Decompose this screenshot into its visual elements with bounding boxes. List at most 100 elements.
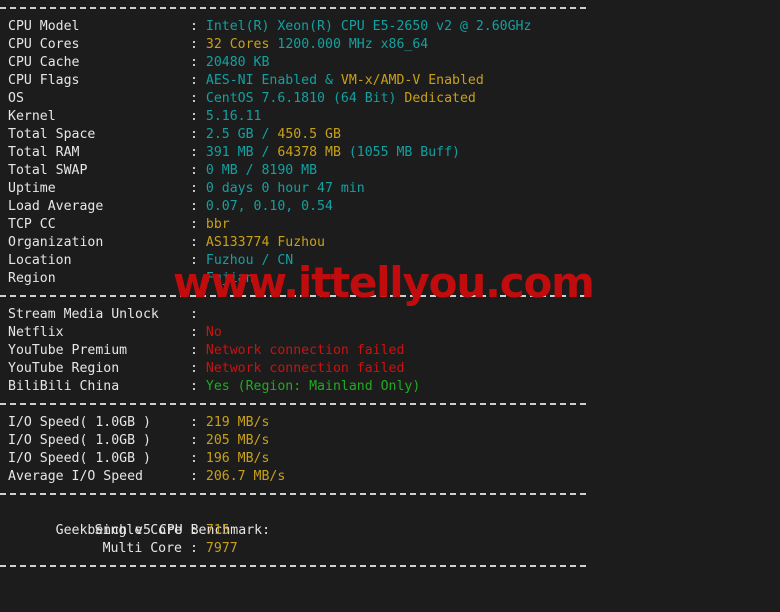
info-row-value: CentOS 7.6.1810 (64 Bit) [205,91,405,106]
info-row: I/O Speed( 1.0GB ): 219 MB/s [0,414,780,432]
info-row-label: CPU Cores [8,37,80,52]
info-row-value: 715 [205,523,230,538]
info-row: Uptime: 0 days 0 hour 47 min [0,180,780,198]
info-row-colon: : [190,415,198,430]
info-row-value: Fuzhou / CN [205,253,294,268]
info-row-label: Location [8,253,72,268]
info-row-value: 64378 MB [277,145,341,160]
info-row: CPU Cores: 32 Cores 1200.000 MHz x86_64 [0,36,780,54]
info-row-colon: : [190,217,198,232]
terminal-output: CPU Model: Intel(R) Xeon(R) CPU E5-2650 … [0,0,780,576]
separator-line-after-stream [0,396,780,414]
info-row-value: No [205,325,222,340]
info-row-value: (1055 MB Buff) [340,145,460,160]
geekbench-title: Geekbench v5 CPU Benchmark: [0,504,780,538]
info-row-colon: : [190,253,198,268]
info-row: YouTube Premium: Network connection fail… [0,342,780,360]
info-row-value: 0 MB / 8190 MB [205,163,318,178]
info-row-value: / [261,127,278,142]
info-row: Organization: AS133774 Fuzhou [0,234,780,252]
info-row: Total Space: 2.5 GB / 450.5 GB [0,126,780,144]
info-row-label: I/O Speed( 1.0GB ) [8,451,151,466]
info-row-label: OS [8,91,24,106]
info-row-colon: : [190,37,198,52]
info-row-label: Single Core [94,523,182,538]
info-row-colon: : [190,361,198,376]
info-row: OS: CentOS 7.6.1810 (64 Bit) Dedicated [0,90,780,108]
info-row-colon: : [190,325,198,340]
info-row-colon: : [190,433,198,448]
info-row-label: Total RAM [8,145,80,160]
info-row-colon: : [190,19,198,34]
info-row-value: 20480 KB [205,55,270,70]
info-row-value: 32 Cores [205,37,270,52]
info-row-colon: : [190,145,198,160]
info-row-value: AS133774 Fuzhou [205,235,325,250]
info-row-colon: : [190,343,198,358]
info-row: CPU Cache: 20480 KB [0,54,780,72]
io-speed-section: I/O Speed( 1.0GB ): 219 MB/s I/O Speed( 1… [0,414,780,486]
info-row-value: Intel(R) Xeon(R) CPU E5-2650 v2 @ 2.60GH… [205,19,532,34]
info-row-value: 0 days 0 hour 47 min [205,181,365,196]
info-row-colon: : [190,469,198,484]
info-row-colon: : [190,55,198,70]
info-row-label: Average I/O Speed [8,469,143,484]
info-row-label: YouTube Premium [8,343,128,358]
dashed-rule [0,565,586,567]
info-row: I/O Speed( 1.0GB ): 196 MB/s [0,450,780,468]
stream-media-section: Stream Media Unlock: Netflix: No YouTube … [0,306,780,396]
info-row-colon: : [190,109,198,124]
info-row-value: 219 MB/s [205,415,270,430]
info-row-value: 7977 [205,541,238,556]
system-info-section: CPU Model: Intel(R) Xeon(R) CPU E5-2650 … [0,18,780,288]
dashed-rule [0,493,586,495]
terminal-window: CPU Model: Intel(R) Xeon(R) CPU E5-2650 … [0,0,780,568]
info-row-label: CPU Cache [8,55,80,70]
separator-line-top [0,0,780,18]
info-row-label: CPU Flags [8,73,80,88]
info-row: Location: Fuzhou / CN [0,252,780,270]
info-row-value: VM-x/AMD-V Enabled [340,73,484,88]
info-row-colon: : [190,271,198,286]
info-row-colon: : [190,127,198,142]
info-row: I/O Speed( 1.0GB ): 205 MB/s [0,432,780,450]
dashed-rule [0,7,586,9]
info-row: CPU Flags: AES-NI Enabled & VM-x/AMD-V E… [0,72,780,90]
info-row-label: Multi Core [102,541,182,556]
info-row-label: TCP CC [8,217,56,232]
info-row-label: Total SWAP [8,163,88,178]
info-row-value: Network connection failed [205,361,405,376]
separator-line-bottom [0,558,780,576]
info-row: CPU Model: Intel(R) Xeon(R) CPU E5-2650 … [0,18,780,36]
info-row: BiliBili China: Yes (Region: Mainland On… [0,378,780,396]
info-row-colon: : [190,235,198,250]
info-row-colon: : [190,379,198,394]
info-row-label: BiliBili China [8,379,120,394]
info-row-colon: : [190,451,198,466]
info-row: Stream Media Unlock: [0,306,780,324]
info-row-value: 5.16.11 [205,109,262,124]
info-row-label: Organization [8,235,104,250]
info-row-label: Load Average [8,199,104,214]
info-row-colon: : [190,181,198,196]
info-row-value: Yes (Region: Mainland Only) [205,379,421,394]
info-row-colon: : [190,73,198,88]
info-row-label: Region [8,271,56,286]
info-row-value: 205 MB/s [205,433,270,448]
info-row-value: / [261,145,278,160]
info-row-value: AES-NI Enabled [205,73,318,88]
info-row: Average I/O Speed: 206.7 MB/s [0,468,780,486]
info-row-colon: : [190,541,198,556]
info-row-value: 196 MB/s [205,451,270,466]
info-row-value: Dedicated [404,91,476,106]
info-row-label: YouTube Region [8,361,120,376]
info-row-label: I/O Speed( 1.0GB ) [8,433,151,448]
info-row-colon: : [190,307,198,322]
geekbench-section: Single Core: 715 Multi Core: 7977 [0,522,780,558]
info-row-label: Netflix [8,325,64,340]
info-row: Multi Core: 7977 [0,540,780,558]
info-row-value: Fujian [205,271,254,286]
info-row-value: bbr [205,217,230,232]
info-row-colon: : [190,199,198,214]
info-row-value: 391 MB [205,145,262,160]
